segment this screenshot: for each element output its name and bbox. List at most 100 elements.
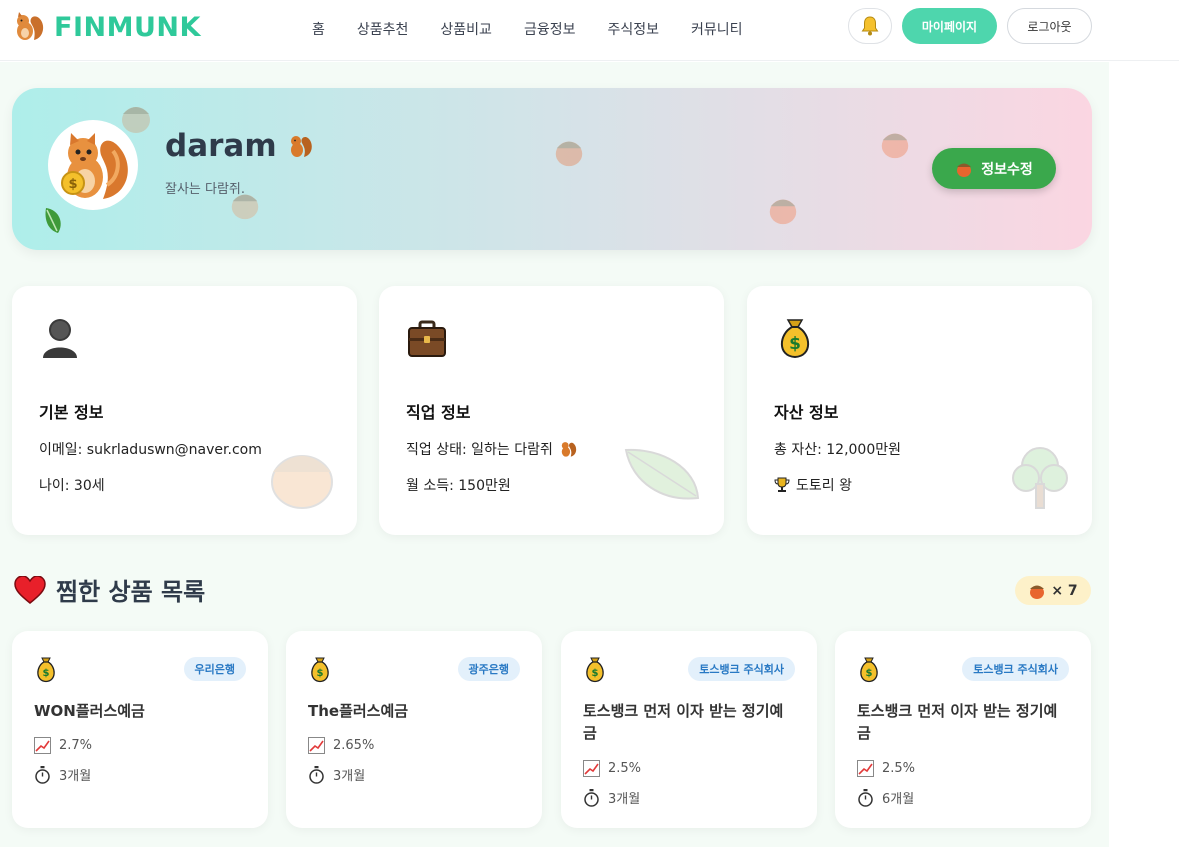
brand-name: FINMUNK xyxy=(54,11,201,43)
product-term-text: 3개월 xyxy=(608,792,641,807)
squirrel-icon xyxy=(17,12,44,40)
product-name: WON플러스예금 xyxy=(34,702,145,720)
product-rate-text: 2.65% xyxy=(333,738,375,753)
svg-text:$: $ xyxy=(592,668,599,679)
product-rate: 2.5% xyxy=(583,760,641,777)
brand-logo[interactable]: FINMUNK xyxy=(12,10,201,44)
money-bag-icon: $ xyxy=(311,657,329,683)
product-term: 3개월 xyxy=(583,788,640,807)
money-bag-icon: $ xyxy=(586,657,604,683)
basic-info-title: 기본 정보 xyxy=(39,403,104,422)
edit-profile-button[interactable]: 정보수정 xyxy=(932,148,1056,189)
stopwatch-icon xyxy=(858,788,873,807)
main-nav: 홈 상품추천 상품비교 금융정보 주식정보 커뮤니티 xyxy=(296,17,759,41)
chart-increasing-icon xyxy=(857,760,874,777)
wishlist-count-badge: × 7 xyxy=(1015,576,1091,605)
product-card[interactable]: $ 토스뱅크 주식회사 토스뱅크 먼저 이자 받는 정기예금 2.5% 6개월 xyxy=(835,631,1091,828)
asset-info-rank-text: 도토리 왕 xyxy=(796,478,852,494)
job-info-income: 월 소득: 150만원 xyxy=(406,475,511,495)
avatar: $ xyxy=(48,120,138,210)
job-info-status-text: 직업 상태: 일하는 다람쥐 xyxy=(406,442,553,458)
stopwatch-icon xyxy=(35,765,50,784)
username-text: daram xyxy=(165,128,277,164)
user-silhouette-icon xyxy=(43,319,77,358)
product-rate-text: 2.5% xyxy=(882,761,916,776)
product-rate: 2.5% xyxy=(857,760,915,777)
acorn-decoration-icon xyxy=(555,141,583,167)
nav-item-recommend[interactable]: 상품추천 xyxy=(341,17,425,41)
wishlist-title: 찜한 상품 목록 xyxy=(14,572,205,607)
wishlist-title-text: 찜한 상품 목록 xyxy=(56,578,206,606)
acorn-decoration-icon xyxy=(769,199,797,225)
money-bag-icon: $ xyxy=(860,657,878,683)
nav-item-stock-info[interactable]: 주식정보 xyxy=(591,17,675,41)
mypage-button[interactable]: 마이페이지 xyxy=(902,8,997,44)
squirrel-icon xyxy=(561,442,577,457)
squirrel-icon xyxy=(290,136,312,157)
product-name: 토스뱅크 먼저 이자 받는 정기예금 xyxy=(857,702,1058,742)
product-card[interactable]: $ 우리은행 WON플러스예금 2.7% 3개월 xyxy=(12,631,268,828)
product-rate: 2.7% xyxy=(34,737,92,754)
wishlist-count-text: × 7 xyxy=(1051,582,1078,599)
product-rate-text: 2.7% xyxy=(59,738,93,753)
chart-increasing-icon xyxy=(308,737,325,754)
nav-item-finance-info[interactable]: 금융정보 xyxy=(508,17,592,41)
acorn-icon xyxy=(957,163,972,177)
money-bag-icon: $ xyxy=(780,319,810,359)
profile-tagline: 잘사는 다람쥐. xyxy=(165,182,246,197)
product-term-text: 3개월 xyxy=(333,769,366,784)
job-info-card: 직업 정보 직업 상태: 일하는 다람쥐 월 소득: 150만원 xyxy=(379,286,724,535)
edit-profile-label: 정보수정 xyxy=(981,161,1033,178)
bank-badge: 광주은행 xyxy=(457,657,520,681)
svg-text:$: $ xyxy=(43,668,50,679)
heart-icon xyxy=(14,575,46,604)
product-term-text: 6개월 xyxy=(882,792,915,807)
basic-info-email-text: 이메일: sukrladuswn@naver.com xyxy=(39,442,262,458)
basic-info-card: 기본 정보 이메일: sukrladuswn@naver.com 나이: 30세 xyxy=(12,286,357,535)
squirrel-icon: $ xyxy=(61,133,128,199)
product-term: 6개월 xyxy=(857,788,914,807)
chart-increasing-icon xyxy=(34,737,51,754)
stopwatch-icon xyxy=(309,765,324,784)
product-name: 토스뱅크 먼저 이자 받는 정기예금 xyxy=(583,702,784,742)
bank-badge: 토스뱅크 주식회사 xyxy=(962,657,1069,681)
nav-item-home[interactable]: 홈 xyxy=(296,17,341,41)
product-term-text: 3개월 xyxy=(59,769,92,784)
notification-button[interactable] xyxy=(848,8,892,44)
nav-item-community[interactable]: 커뮤니티 xyxy=(675,17,759,41)
product-rate-text: 2.5% xyxy=(608,761,642,776)
product-card[interactable]: $ 광주은행 The플러스예금 2.65% 3개월 xyxy=(286,631,542,828)
basic-info-age-text: 나이: 30세 xyxy=(39,478,105,494)
trophy-icon xyxy=(774,477,790,492)
product-name: The플러스예금 xyxy=(308,702,409,720)
briefcase-icon xyxy=(408,320,446,357)
basic-info-email: 이메일: sukrladuswn@naver.com xyxy=(39,439,262,459)
job-info-title: 직업 정보 xyxy=(406,403,471,422)
job-info-status: 직업 상태: 일하는 다람쥐 xyxy=(406,439,577,459)
bank-badge: 우리은행 xyxy=(183,657,246,681)
svg-text:$: $ xyxy=(317,668,324,679)
acorn-watermark-icon xyxy=(271,455,333,509)
logout-button[interactable]: 로그아웃 xyxy=(1007,8,1092,44)
svg-text:$: $ xyxy=(68,177,77,192)
basic-info-age: 나이: 30세 xyxy=(39,475,105,495)
profile-username: daram xyxy=(165,128,313,164)
acorn-icon xyxy=(1030,585,1045,599)
chart-increasing-icon xyxy=(583,760,600,777)
product-term: 3개월 xyxy=(308,765,365,784)
asset-info-title: 자산 정보 xyxy=(774,403,839,422)
product-rate: 2.65% xyxy=(308,737,374,754)
asset-info-total: 총 자산: 12,000만원 xyxy=(774,439,901,459)
stopwatch-icon xyxy=(584,788,599,807)
product-card[interactable]: $ 토스뱅크 주식회사 토스뱅크 먼저 이자 받는 정기예금 2.5% 3개월 xyxy=(561,631,817,828)
main-content: $ daram 잘사는 다람쥐. 정보수정 기본 정보 이메일: sukrlad… xyxy=(0,62,1109,847)
product-term: 3개월 xyxy=(34,765,91,784)
nav-item-compare[interactable]: 상품비교 xyxy=(424,17,508,41)
leaf-watermark-icon xyxy=(624,448,700,500)
top-navbar: FINMUNK 홈 상품추천 상품비교 금융정보 주식정보 커뮤니티 마이페이지… xyxy=(0,0,1179,61)
svg-text:$: $ xyxy=(789,334,801,354)
leaf-icon xyxy=(45,208,61,233)
bell-icon xyxy=(861,16,879,36)
asset-info-rank: 도토리 왕 xyxy=(774,475,852,495)
profile-banner: $ daram 잘사는 다람쥐. 정보수정 xyxy=(12,88,1092,250)
